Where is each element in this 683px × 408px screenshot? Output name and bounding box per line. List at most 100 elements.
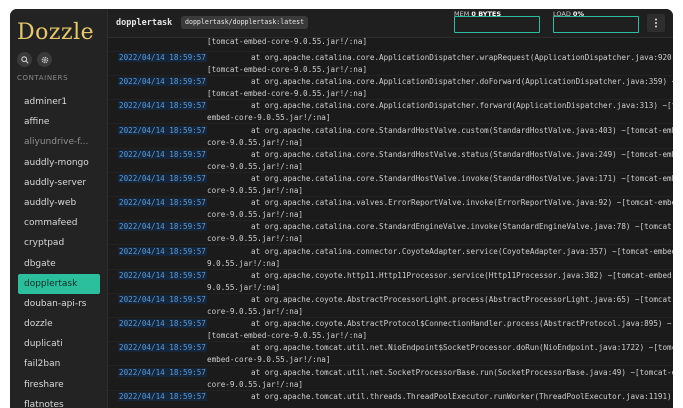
log-text-continued: core-9.0.55.jar!/:na]	[207, 161, 304, 171]
log-line: [tomcat-embed-core-9.0.55.jar!/:na]	[108, 38, 673, 52]
log-text: at org.apache.catalina.core.ApplicationD…	[251, 53, 673, 62]
log-text: at org.apache.catalina.core.StandardHost…	[251, 174, 673, 183]
log-timestamp: 2022/04/14 18:59:57	[118, 101, 207, 111]
log-text: at org.apache.catalina.core.ApplicationD…	[251, 77, 673, 87]
container-item[interactable]: auddly-mongo	[18, 153, 100, 173]
image-tag: dopplertask/dopplertask:latest	[181, 16, 309, 29]
settings-button[interactable]	[37, 52, 52, 67]
search-icon	[20, 55, 29, 64]
log-text: at org.apache.catalina.valves.ErrorRepor…	[251, 198, 673, 208]
log-text: at org.apache.tomcat.util.threads.Thread…	[251, 391, 673, 401]
container-item[interactable]: duplicati	[18, 334, 100, 354]
log-text-continued: [tomcat-embed-core-9.0.55.jar!/:na]	[207, 65, 368, 74]
log-timestamp: 2022/04/14 18:59:57	[118, 391, 207, 401]
container-item[interactable]: fireshare	[18, 375, 100, 395]
log-timestamp: 2022/04/14 18:59:57	[118, 270, 207, 280]
log-line: 2022/04/14 18:59:57 at org.apache.catalin…	[108, 197, 673, 222]
log-text: at org.apache.coyote.AbstractProcessorLi…	[251, 295, 673, 304]
search-button[interactable]	[17, 52, 32, 67]
log-line: 2022/04/14 18:59:57 at org.apache.catalin…	[108, 125, 673, 149]
log-text-continued: core-9.0.55.jar!/:na]	[207, 186, 304, 195]
log-text-continued: 9.0.55.jar!/:na]	[207, 282, 281, 292]
log-text-continued: [tomcat-embed-core-9.0.55.jar!/:na]	[207, 331, 368, 341]
log-text-continued: core-9.0.55.jar!/:na]	[207, 234, 304, 244]
log-line: 2022/04/14 18:59:57 at org.apache.catalin…	[108, 52, 673, 76]
log-timestamp: 2022/04/14 18:59:57	[118, 295, 207, 304]
containers-section-label: CONTAINERS	[17, 74, 69, 82]
log-timestamp: 2022/04/14 18:59:57	[118, 319, 207, 329]
log-text-continued: core-9.0.55.jar!/:na]	[207, 307, 304, 316]
container-item[interactable]: affine	[18, 112, 100, 132]
log-text: at org.apache.tomcat.util.net.SocketProc…	[251, 367, 673, 377]
log-timestamp: 2022/04/14 18:59:57	[118, 149, 207, 159]
container-item[interactable]: douban-api-rs	[18, 294, 100, 314]
log-line: 2022/04/14 18:59:57 at org.apache.coyote.…	[108, 294, 673, 318]
more-vertical-icon	[655, 18, 657, 28]
mem-label: MEM	[454, 10, 470, 18]
container-list: adminer1 affine aliyundrive-f... auddly-mon…	[18, 92, 100, 408]
sidebar: Dozzle CONTAINERS adminer1 affine aliyundr…	[10, 9, 108, 408]
log-timestamp: 2022/04/14 18:59:57	[118, 77, 207, 87]
log-text-continued: core-9.0.55.jar!/:na]	[207, 210, 304, 220]
log-timestamp: 2022/04/14 18:59:57	[118, 53, 207, 62]
log-line: 2022/04/14 18:59:57 at org.apache.catalin…	[108, 149, 673, 173]
menu-button[interactable]	[647, 14, 665, 32]
container-title: dopplertask	[116, 18, 173, 28]
load-stat	[553, 16, 639, 33]
container-item[interactable]: fail2ban	[18, 354, 100, 374]
log-text: at org.apache.coyote.http11.Http11Proces…	[251, 270, 673, 280]
log-line: 2022/04/14 18:59:57 at org.apache.catalin…	[108, 221, 673, 246]
log-line: 2022/04/14 18:59:57 at org.apache.catalin…	[108, 246, 673, 270]
log-text: at org.apache.tomcat.util.net.NioEndpoin…	[251, 343, 673, 353]
log-text: at org.apache.catalina.core.StandardEngi…	[251, 222, 673, 232]
container-item[interactable]: cryptpad	[18, 233, 100, 253]
log-line: 2022/04/14 18:59:57 at org.apache.tomcat.…	[108, 367, 673, 391]
log-line: 2022/04/14 18:59:57 at org.apache.coyote.…	[108, 270, 673, 294]
container-item[interactable]: dbgate	[18, 254, 100, 274]
log-text: at org.apache.catalina.core.StandardHost…	[251, 149, 673, 159]
log-timestamp: 2022/04/14 18:59:57	[118, 198, 207, 208]
gear-icon	[41, 56, 48, 63]
mem-value: 0 BYTES	[471, 10, 502, 18]
log-text: [tomcat-embed-core-9.0.55.jar!/:na]	[207, 38, 368, 46]
log-header: dopplertask dopplertask/dopplertask:late…	[108, 9, 673, 38]
log-line: 2022/04/14 18:59:57 at org.apache.catalin…	[108, 76, 673, 101]
log-timestamp: 2022/04/14 18:59:57	[118, 246, 207, 256]
load-stat-label: LOAD 0%	[553, 10, 584, 18]
container-item[interactable]: adminer1	[18, 92, 100, 112]
log-text: at org.apache.catalina.connector.CoyoteA…	[251, 246, 673, 256]
app-logo[interactable]: Dozzle	[17, 20, 94, 45]
container-item[interactable]: aliyundrive-f...	[18, 132, 100, 152]
log-timestamp: 2022/04/14 18:59:57	[118, 343, 207, 353]
log-timestamp: 2022/04/14 18:59:57	[118, 367, 207, 377]
log-line: 2022/04/14 18:59:57 at org.apache.tomcat.…	[108, 342, 673, 367]
container-item[interactable]: flatnotes	[18, 395, 100, 408]
mem-stat-label: MEM 0 BYTES	[454, 10, 501, 18]
log-line: 2022/04/14 18:59:57 at org.apache.tomcat.…	[108, 391, 673, 408]
log-text-continued: embed-core-9.0.55.jar!/:na]	[207, 113, 331, 123]
log-line: 2022/04/14 18:59:57 at org.apache.catalin…	[108, 173, 673, 197]
container-item[interactable]: auddly-server	[18, 173, 100, 193]
container-item[interactable]: commafeed	[18, 213, 100, 233]
log-timestamp: 2022/04/14 18:59:57	[118, 125, 207, 135]
app-window: Dozzle CONTAINERS adminer1 affine aliyundr…	[10, 9, 673, 408]
log-text-continued: 9.0.55.jar!/:na]	[207, 258, 281, 268]
log-viewer[interactable]: [tomcat-embed-core-9.0.55.jar!/:na] 2022…	[108, 38, 673, 408]
log-text-continued: [tomcat-embed-core-9.0.55.jar!/:na]	[207, 89, 368, 99]
container-item[interactable]: dopplertask	[18, 273, 100, 294]
mem-stat	[454, 16, 540, 33]
load-label: LOAD	[553, 10, 571, 18]
container-item[interactable]: dozzle	[18, 314, 100, 334]
load-value: 0%	[572, 10, 584, 18]
log-line: 2022/04/14 18:59:57 at org.apache.catalin…	[108, 100, 673, 125]
log-timestamp: 2022/04/14 18:59:57	[118, 174, 207, 183]
log-line: 2022/04/14 18:59:57 at org.apache.coyote.…	[108, 318, 673, 343]
log-text-continued: core-9.0.55.jar!/:na]	[207, 379, 304, 389]
log-text: at org.apache.catalina.core.ApplicationD…	[251, 101, 673, 111]
log-text: at org.apache.coyote.AbstractProtocol$Co…	[251, 319, 672, 329]
container-item[interactable]: auddly-web	[18, 193, 100, 213]
log-text: at org.apache.catalina.core.StandardHost…	[251, 125, 673, 135]
log-text-continued: embed-core-9.0.55.jar!/:na]	[207, 355, 331, 365]
log-timestamp: 2022/04/14 18:59:57	[118, 222, 207, 232]
log-text-continued: core-9.0.55.jar!/:na]	[207, 137, 304, 147]
